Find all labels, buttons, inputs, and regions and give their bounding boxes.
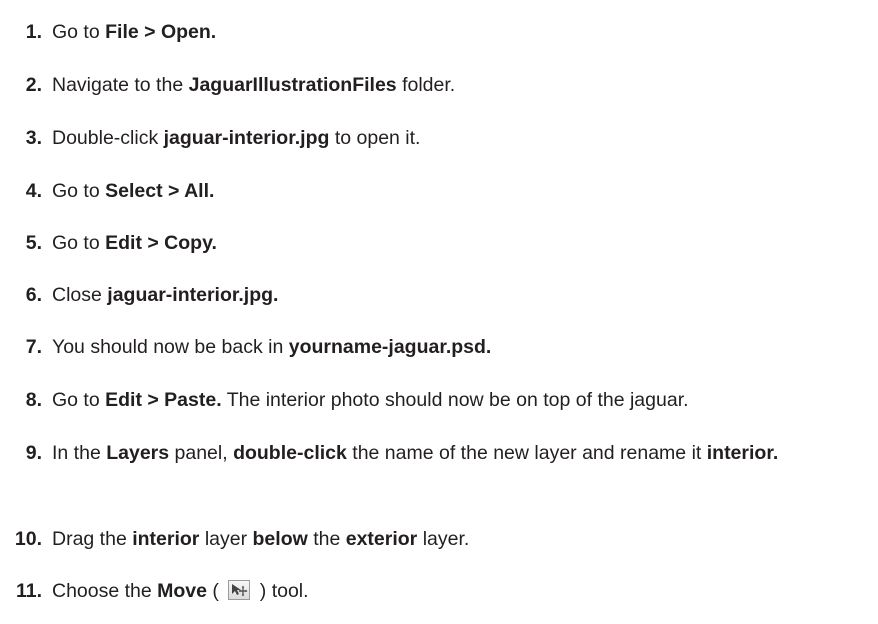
step-text: Go to Edit > Paste. The interior photo s…: [52, 389, 689, 411]
step-number: 5.: [25, 232, 42, 254]
step-text: Navigate to the JaguarIllustrationFiles …: [52, 74, 456, 96]
step-number: 6.: [25, 284, 42, 306]
step-number: 3.: [25, 127, 42, 149]
step-text: In the Layers panel, double-click the na…: [52, 442, 779, 464]
step-number: 10.: [14, 528, 42, 550]
instruction-list: 1. Go to File > Open. 2. Navigate to the…: [0, 0, 878, 624]
step-number: 1.: [25, 21, 42, 43]
step-text: Go to Select > All.: [52, 180, 215, 202]
step-number: 7.: [25, 336, 42, 358]
move-tool-icon: [228, 580, 251, 600]
step-number: 4.: [25, 180, 42, 202]
step-text: Double-click jaguar-interior.jpg to open…: [52, 127, 421, 149]
step-number: 2.: [25, 74, 42, 96]
step-text: You should now be back in yourname-jagua…: [52, 336, 492, 358]
step-number: 9.: [25, 442, 42, 464]
step-text: Choose the Move ( ) tool.: [52, 580, 309, 602]
step-text: Go to Edit > Copy.: [52, 232, 217, 254]
step-number: 11.: [15, 580, 42, 602]
step-text: Go to File > Open.: [52, 21, 217, 43]
step-text: Drag the interior layer below the exteri…: [52, 528, 470, 550]
step-number: 8.: [25, 389, 42, 411]
step-text: Close jaguar-interior.jpg.: [52, 284, 279, 306]
